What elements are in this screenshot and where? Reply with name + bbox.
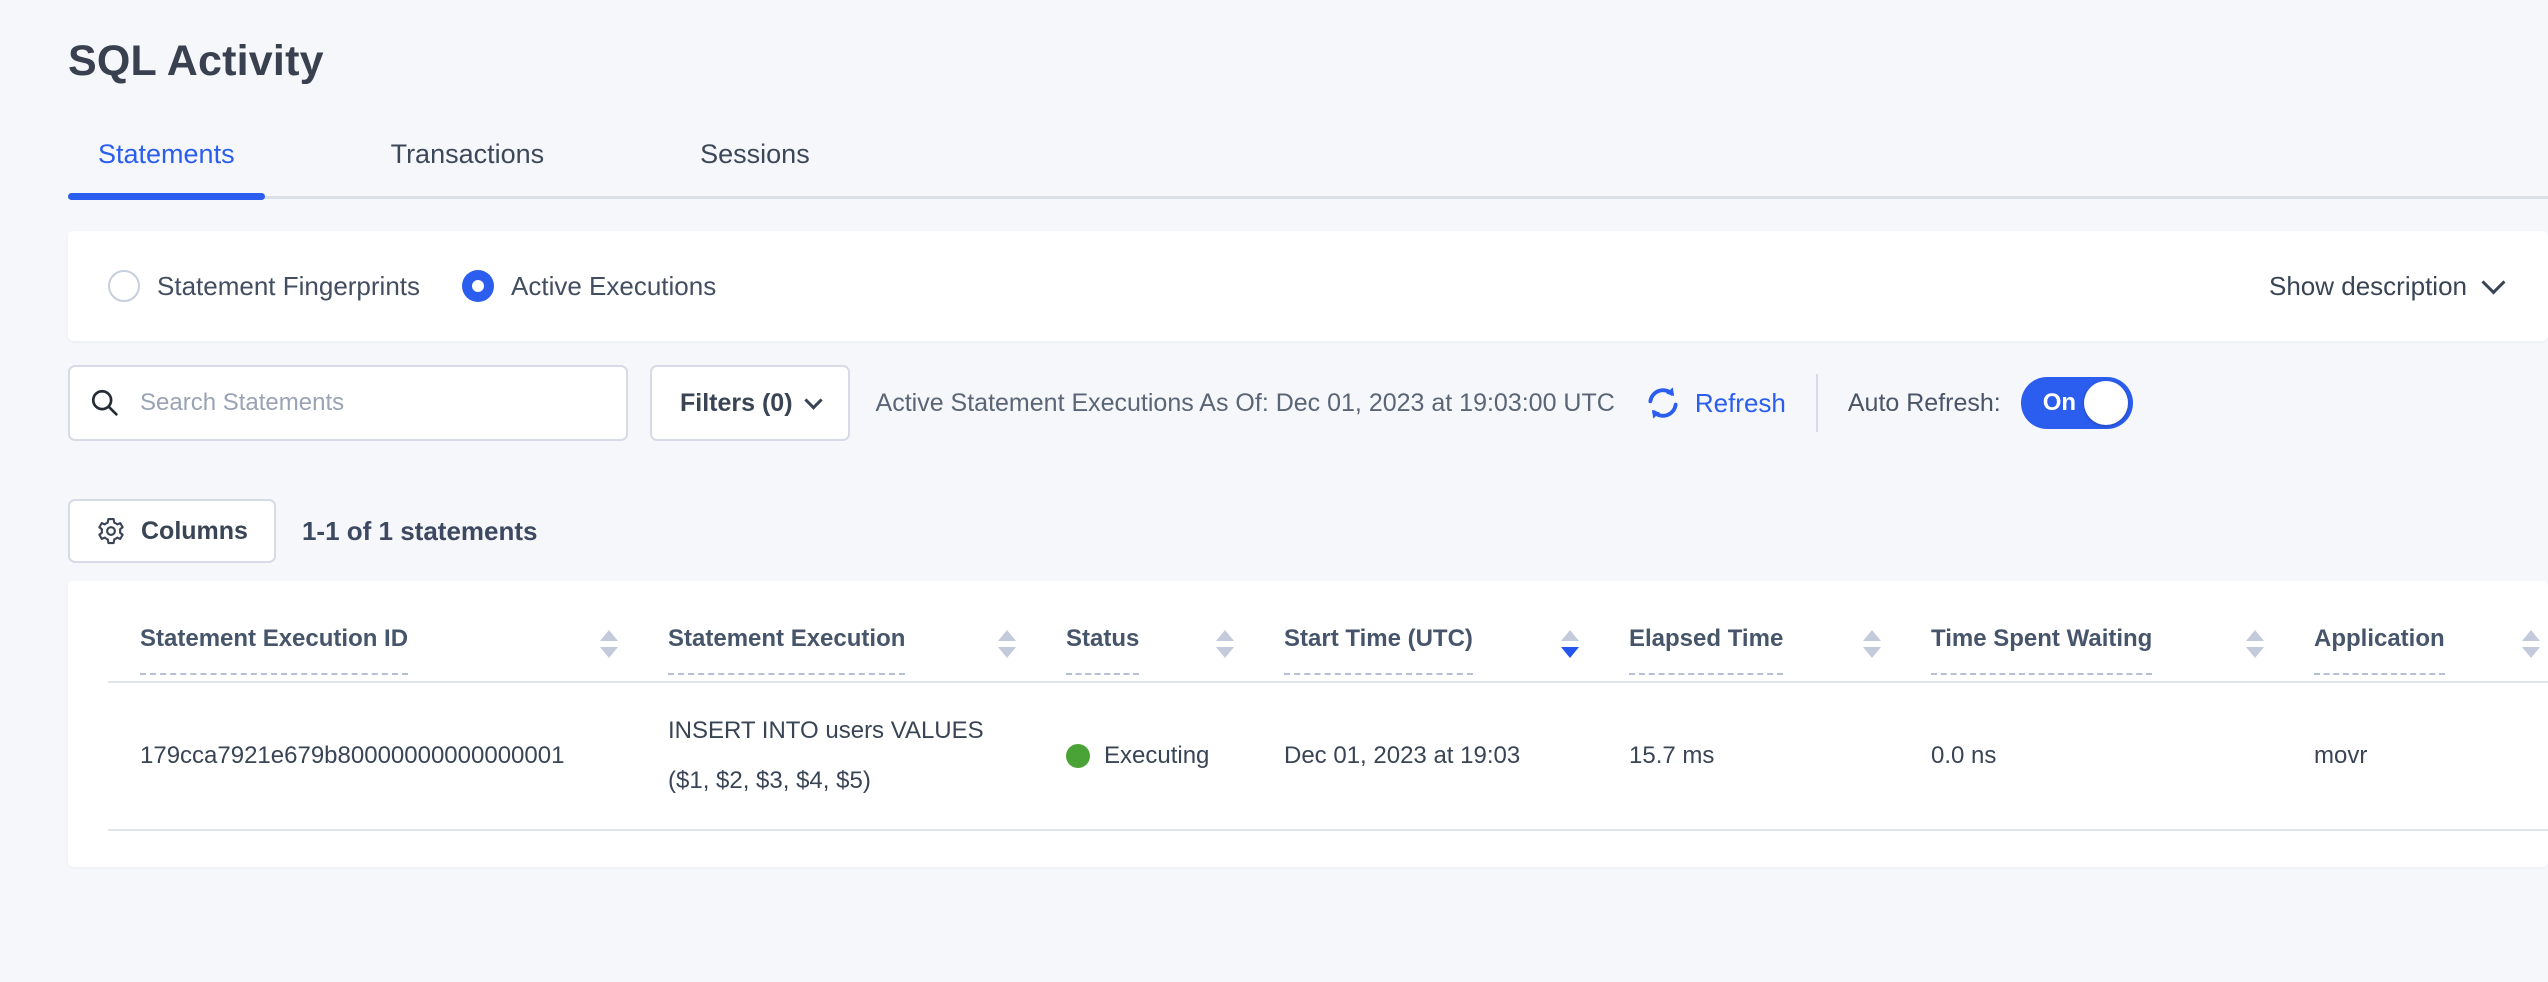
radio-selected-icon[interactable] xyxy=(462,270,494,302)
toggle-knob[interactable] xyxy=(2084,381,2128,425)
column-header-label[interactable]: Elapsed Time xyxy=(1629,625,1783,675)
gear-icon xyxy=(96,516,126,546)
column-header-status: Status xyxy=(1066,625,1284,675)
chevron-down-icon xyxy=(2481,270,2505,294)
table-row[interactable]: 179cca7921e679b80000000000000001 INSERT … xyxy=(68,683,2548,829)
column-header-label[interactable]: Status xyxy=(1066,625,1139,675)
radio-statement-fingerprints[interactable]: Statement Fingerprints xyxy=(108,270,420,302)
view-mode-radio-group: Statement Fingerprints Active Executions xyxy=(108,270,716,302)
column-header-time-spent-waiting: Time Spent Waiting xyxy=(1931,625,2314,675)
radio-label: Active Executions xyxy=(511,271,716,302)
refresh-icon xyxy=(1643,383,1683,423)
radio-unselected-icon[interactable] xyxy=(108,270,140,302)
column-header-application: Application xyxy=(2314,625,2548,675)
search-icon xyxy=(88,386,122,420)
show-description-label: Show description xyxy=(2269,271,2467,302)
cell-status: Executing xyxy=(1066,742,1284,770)
statements-table-card: Statement Execution ID Statement Executi… xyxy=(68,581,2548,867)
sort-icon-desc-active[interactable] xyxy=(1561,630,1579,658)
as-of-text: Active Statement Executions As Of: Dec 0… xyxy=(876,389,1615,418)
sort-icon[interactable] xyxy=(1863,630,1881,658)
sort-icon[interactable] xyxy=(998,630,1016,658)
view-options-card: Statement Fingerprints Active Executions… xyxy=(68,231,2548,341)
column-header-label[interactable]: Start Time (UTC) xyxy=(1284,625,1473,675)
search-box[interactable] xyxy=(68,365,628,441)
cell-start-time: Dec 01, 2023 at 19:03 xyxy=(1284,742,1629,770)
column-header-label[interactable]: Time Spent Waiting xyxy=(1931,625,2152,675)
show-description-toggle[interactable]: Show description xyxy=(2269,271,2502,302)
filters-button[interactable]: Filters (0) xyxy=(650,365,850,441)
auto-refresh-toggle[interactable]: On xyxy=(2021,377,2133,429)
column-header-label[interactable]: Application xyxy=(2314,625,2445,675)
columns-button[interactable]: Columns xyxy=(68,499,276,563)
auto-refresh-label: Auto Refresh: xyxy=(1848,389,2001,418)
search-input[interactable] xyxy=(138,388,582,418)
filters-label: Filters (0) xyxy=(680,389,793,418)
tab-bar: Statements Transactions Sessions xyxy=(68,139,2548,199)
cell-application: movr xyxy=(2314,742,2548,770)
toggle-state-label: On xyxy=(2043,389,2076,417)
status-dot-executing-icon xyxy=(1066,744,1090,768)
column-header-statement-execution-id: Statement Execution ID xyxy=(140,625,668,675)
table-toolbar: Columns 1-1 of 1 statements xyxy=(68,499,2548,563)
refresh-label: Refresh xyxy=(1695,388,1786,419)
row-divider xyxy=(108,829,2548,831)
radio-label: Statement Fingerprints xyxy=(157,271,420,302)
cell-elapsed-time: 15.7 ms xyxy=(1629,742,1931,770)
column-header-label[interactable]: Statement Execution xyxy=(668,625,905,675)
tab-sessions[interactable]: Sessions xyxy=(670,139,840,196)
sort-icon[interactable] xyxy=(2246,630,2264,658)
controls-row: Filters (0) Active Statement Executions … xyxy=(68,365,2548,441)
sort-icon[interactable] xyxy=(600,630,618,658)
column-header-label[interactable]: Statement Execution ID xyxy=(140,625,408,675)
column-header-start-time: Start Time (UTC) xyxy=(1284,625,1629,675)
radio-active-executions[interactable]: Active Executions xyxy=(462,270,716,302)
chevron-down-icon xyxy=(804,392,822,410)
results-count: 1-1 of 1 statements xyxy=(302,516,538,547)
vertical-divider xyxy=(1816,374,1818,432)
refresh-button[interactable]: Refresh xyxy=(1643,383,1786,423)
status-label: Executing xyxy=(1104,742,1209,770)
cell-execution-id[interactable]: 179cca7921e679b80000000000000001 xyxy=(140,742,668,770)
table-header-row: Statement Execution ID Statement Executi… xyxy=(68,581,2548,675)
sql-activity-page: SQL Activity Statements Transactions Ses… xyxy=(0,0,2548,867)
column-header-elapsed-time: Elapsed Time xyxy=(1629,625,1931,675)
cell-statement[interactable]: INSERT INTO users VALUES ($1, $2, $3, $4… xyxy=(668,706,1053,806)
column-header-statement-execution: Statement Execution xyxy=(668,625,1066,675)
tab-statements[interactable]: Statements xyxy=(68,139,265,196)
page-title: SQL Activity xyxy=(68,38,2548,85)
cell-time-spent-waiting: 0.0 ns xyxy=(1931,742,2314,770)
columns-label: Columns xyxy=(141,517,248,546)
sort-icon[interactable] xyxy=(1216,630,1234,658)
sort-icon[interactable] xyxy=(2522,630,2540,658)
tab-transactions[interactable]: Transactions xyxy=(361,139,575,196)
